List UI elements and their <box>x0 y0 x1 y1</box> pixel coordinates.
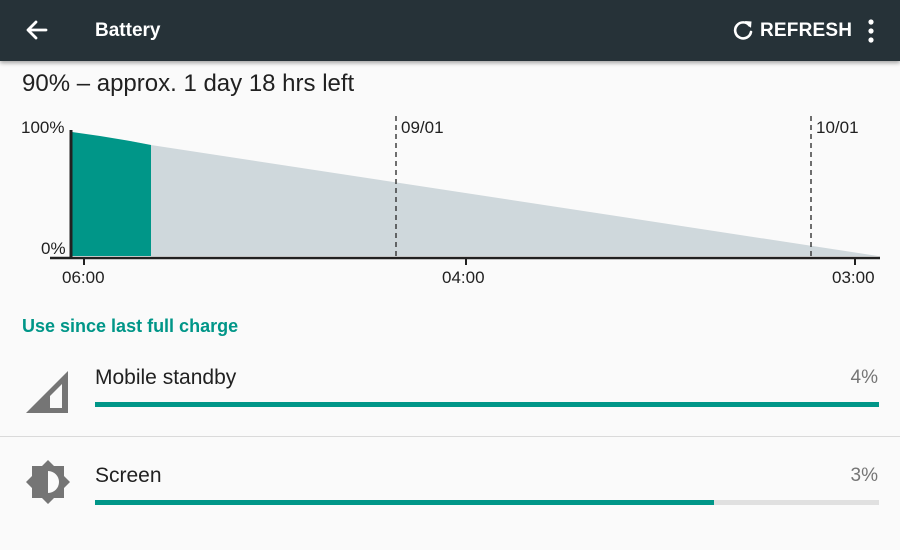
usage-item-screen[interactable]: Screen 3% <box>0 450 900 550</box>
usage-bar-fill <box>95 402 879 407</box>
refresh-button[interactable]: REFRESH <box>730 16 852 46</box>
divider <box>0 436 900 437</box>
usage-item-percent: 3% <box>850 465 878 486</box>
usage-item-name: Screen <box>95 464 162 487</box>
y-label-bottom: 0% <box>41 239 66 258</box>
y-label-top: 100% <box>21 118 64 137</box>
arrow-back-icon <box>26 20 48 40</box>
battery-history-area <box>72 132 151 256</box>
projected-battery-area <box>72 134 878 256</box>
battery-graph: 100% 0% 09/01 10/01 06:00 04:00 03:00 <box>21 116 880 287</box>
refresh-icon <box>733 21 753 40</box>
more-options-button[interactable] <box>860 16 882 46</box>
page-title: Battery <box>95 20 161 41</box>
cell-signal-icon <box>22 366 74 418</box>
usage-bar <box>95 402 879 407</box>
more-vert-icon <box>868 19 874 43</box>
usage-item-name: Mobile standby <box>95 366 237 389</box>
section-header: Use since last full charge <box>22 316 239 336</box>
x-label: 04:00 <box>442 268 485 287</box>
battery-summary: 90% – approx. 1 day 18 hrs left <box>22 70 355 97</box>
brightness-icon <box>22 458 74 510</box>
usage-item-mobile-standby[interactable]: Mobile standby 4% <box>0 350 900 450</box>
usage-item-percent: 4% <box>850 367 878 388</box>
app-bar: Battery REFRESH <box>0 0 900 61</box>
x-label: 06:00 <box>62 268 105 287</box>
usage-bar <box>95 500 879 505</box>
x-label: 03:00 <box>832 268 875 287</box>
date-label: 10/01 <box>816 118 859 137</box>
usage-bar-fill <box>95 500 715 505</box>
back-button[interactable] <box>22 15 52 45</box>
battery-chart: 100% 0% 09/01 10/01 06:00 04:00 03:00 <box>0 110 900 290</box>
date-label: 09/01 <box>401 118 444 137</box>
refresh-label: REFRESH <box>760 20 853 41</box>
